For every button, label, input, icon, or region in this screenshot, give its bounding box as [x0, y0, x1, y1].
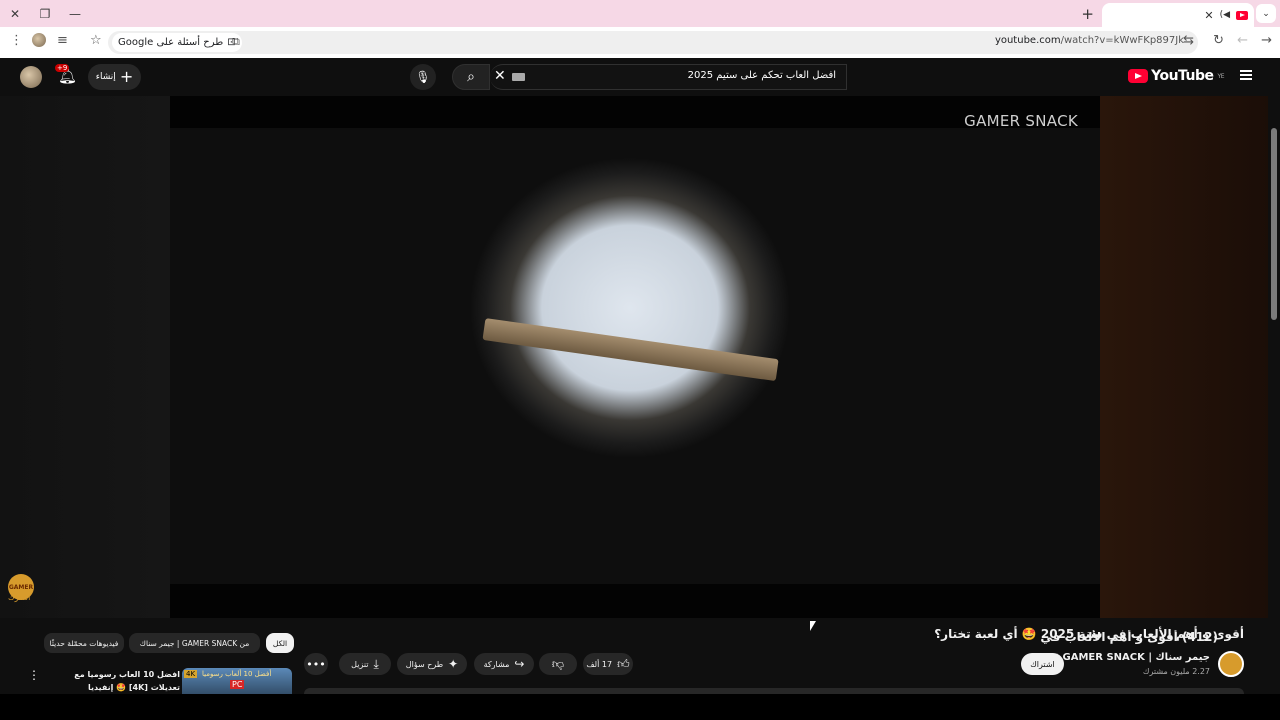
account-avatar[interactable] [20, 66, 42, 88]
ambient-glow-right [1100, 96, 1280, 618]
minimize-window-icon[interactable]: — [60, 0, 90, 27]
notification-badge: +9 [55, 64, 70, 72]
like-button[interactable]: 👍︎ 17 ألف [583, 653, 633, 675]
share-icon: ↪ [514, 657, 525, 671]
video-frame[interactable]: GAMER SNACK [170, 96, 1100, 618]
chip-all[interactable]: الكل [266, 633, 294, 653]
youtube-logo[interactable]: YouTube YE [1128, 68, 1225, 84]
search-button[interactable]: ⌕ [452, 64, 490, 90]
more-actions-button[interactable]: ••• [304, 653, 328, 675]
notifications-button[interactable]: 🔔︎ +9 [55, 64, 77, 85]
download-button[interactable]: ⤓ تنزيل [339, 653, 391, 675]
forward-icon[interactable]: ← [1237, 33, 1248, 48]
more-horizontal-icon: ••• [306, 657, 326, 671]
video-scene-well [170, 128, 1100, 584]
search-input[interactable]: افضل العاب تحكم على ستيم 2025 ✕ [490, 64, 847, 90]
keyboard-icon[interactable] [512, 73, 525, 81]
chip-from-channel[interactable]: من GAMER SNACK | جيمر سناك [129, 633, 260, 653]
video-player[interactable]: GAMER SNACK GAMER اشترك [0, 96, 1280, 618]
subscriber-count: 2.27 مليون مشترك [1142, 667, 1210, 676]
browser-tab-bar: ✕ ❐ — + (412) أقوى و أهم الألعاب في ◀) ✕… [0, 0, 1280, 644]
thumb-text: أفضل 10 ألعاب رسوميا [202, 670, 272, 678]
scrollbar-thumb[interactable] [1271, 128, 1277, 320]
wooden-plank [482, 318, 779, 382]
reading-list-icon[interactable]: ≡ [57, 33, 68, 48]
url-path: /watch?v=kWwFKp897Jk [1060, 35, 1184, 46]
audio-playing-icon[interactable]: ◀) [1220, 10, 1230, 20]
channel-name-text: جيمر سناك | GAMER SNACK [1062, 652, 1210, 663]
share-button[interactable]: ↪ مشاركة [474, 653, 534, 675]
browser-menu-icon[interactable]: ⋮ [10, 33, 23, 48]
recommendation-thumbnail[interactable]: 4K أفضل 10 ألعاب رسوميا PC [182, 668, 292, 694]
bottom-bar [0, 694, 1280, 720]
mic-icon: 🎙 [415, 70, 431, 84]
youtube-header: YouTube YE افضل العاب تحكم على ستيم 2025… [0, 58, 1280, 96]
download-label: تنزيل [351, 659, 369, 669]
bookmark-star-icon[interactable]: ☆ [90, 33, 102, 48]
share-label: مشاركة [483, 659, 510, 669]
country-code: YE [1217, 72, 1225, 80]
browser-tab[interactable]: (412) أقوى و أهم الألعاب في ◀) ✕ [1040, 3, 1254, 644]
thumb-badge: PC [230, 680, 245, 689]
install-app-icon[interactable]: ⧉ [232, 35, 240, 49]
channel-avatar[interactable] [1218, 651, 1244, 677]
ask-button[interactable]: ✦ طرح سؤال [397, 653, 467, 675]
plus-icon: + [119, 67, 134, 86]
like-count: 17 ألف [586, 659, 613, 669]
mouse-cursor-icon [810, 621, 816, 631]
site-settings-icon[interactable]: ⇆ [1183, 33, 1194, 48]
voice-search-button[interactable]: 🎙 [410, 64, 436, 90]
logo-text: YouTube [1151, 68, 1214, 84]
create-label: إنشاء [95, 72, 116, 82]
back-icon[interactable]: → [1261, 33, 1272, 48]
video-title: أقوى و أهم الألعاب في سنة 2025 🤩 أي لعبة… [934, 627, 1244, 641]
tab-search-icon[interactable]: ⌄ [1256, 4, 1276, 23]
sparkle-icon: ✦ [448, 657, 459, 671]
thumbs-up-icon: 👍︎ [617, 656, 630, 671]
new-tab-icon[interactable]: + [1081, 5, 1094, 23]
profile-avatar[interactable] [32, 33, 46, 47]
youtube-favicon-icon [1236, 10, 1248, 20]
chip-recently-uploaded[interactable]: فيديوهات محمّلة حديثًا [44, 633, 124, 653]
address-bar: ⋮ ≡ ☆ ⊡ طرح أسئلة على Google ⧉ youtube.c… [0, 27, 1280, 58]
create-button[interactable]: + إنشاء [88, 64, 141, 90]
omnibox[interactable]: ⊡ طرح أسئلة على Google ⧉ youtube.com/wat… [108, 31, 1198, 54]
ambient-glow-left [0, 96, 170, 618]
restore-window-icon[interactable]: ❐ [30, 0, 60, 27]
close-window-icon[interactable]: ✕ [0, 0, 30, 27]
clear-search-icon[interactable]: ✕ [494, 68, 506, 84]
ai-ask-chip[interactable]: ⊡ طرح أسئلة على Google [112, 33, 242, 52]
search-query: افضل العاب تحكم على ستيم 2025 [687, 70, 836, 81]
ask-label: طرح سؤال [405, 659, 444, 669]
close-tab-icon[interactable]: ✕ [1204, 9, 1213, 22]
channel-watermark-caption: اشترك [8, 593, 31, 602]
recommendation-title[interactable]: افضل 10 العاب رسوميا مع تعديلات [4K] 🤩 إ… [50, 668, 180, 694]
scrollbar[interactable] [1268, 58, 1280, 694]
reload-icon[interactable]: ↻ [1213, 33, 1224, 48]
url-domain: youtube.com [994, 35, 1061, 46]
youtube-play-icon [1128, 69, 1149, 83]
download-icon: ⤓ [373, 656, 379, 671]
url-text: youtube.com/watch?v=kWwFKp897Jk [995, 35, 1184, 46]
subscribe-button[interactable]: اشتراك [1021, 653, 1064, 675]
dislike-button[interactable]: 👎︎ [539, 653, 577, 675]
search-icon: ⌕ [467, 69, 475, 85]
ai-chip-label: طرح أسئلة على Google [118, 37, 224, 48]
menu-icon[interactable] [1240, 70, 1252, 80]
thumbs-down-icon: 👎︎ [551, 656, 565, 671]
thumb-tag: 4K [184, 670, 198, 678]
recommendation-menu-icon[interactable]: ⋮ [28, 668, 40, 682]
video-watermark: GAMER SNACK [964, 112, 1078, 130]
channel-name[interactable]: جيمر سناك | GAMER SNACK ✔ [1051, 652, 1210, 663]
